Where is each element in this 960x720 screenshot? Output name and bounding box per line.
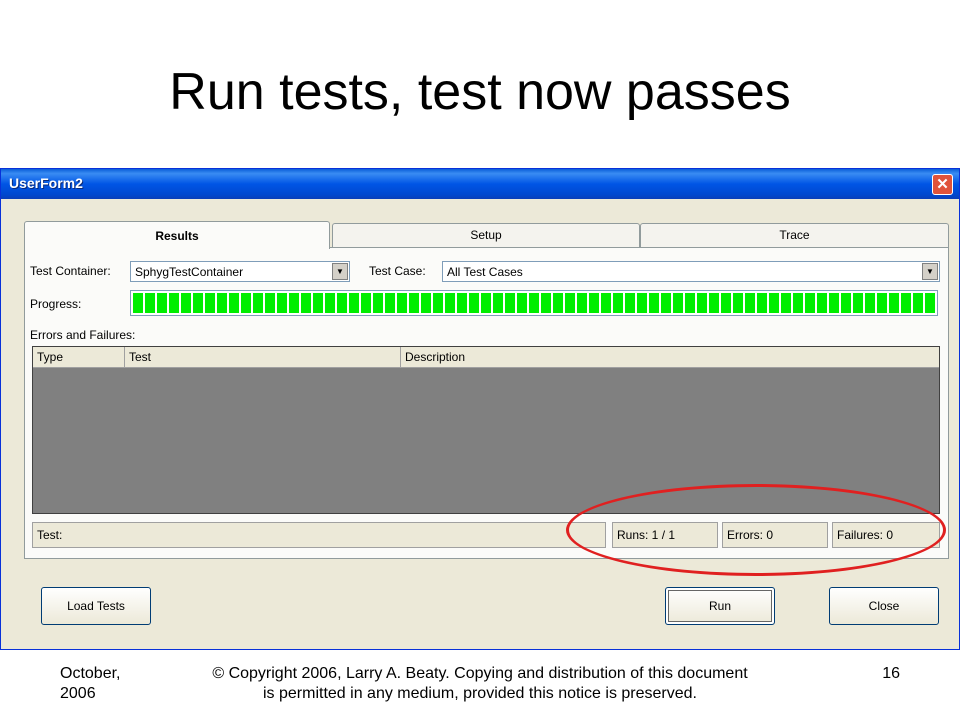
status-errors: Errors: 0 [722, 522, 828, 548]
tab-setup[interactable]: Setup [332, 223, 640, 247]
test-case-value: All Test Cases [447, 265, 523, 279]
footer-copyright: © Copyright 2006, Larry A. Beaty. Copyin… [150, 664, 810, 704]
status-failures: Failures: 0 [832, 522, 940, 548]
window-titlebar[interactable]: UserForm2 ✕ [1, 169, 959, 199]
tab-results[interactable]: Results [24, 221, 330, 249]
chevron-down-icon[interactable]: ▼ [922, 263, 938, 280]
chevron-down-icon[interactable]: ▼ [332, 263, 348, 280]
list-header: Type Test Description [33, 347, 939, 368]
footer-copyright-line1: © Copyright 2006, Larry A. Beaty. Copyin… [212, 665, 748, 682]
test-container-value: SphygTestContainer [135, 265, 244, 279]
column-test[interactable]: Test [125, 347, 401, 367]
window-title: UserForm2 [9, 175, 83, 191]
footer-date: October, 2006 [60, 665, 121, 702]
status-runs: Runs: 1 / 1 [612, 522, 718, 548]
test-case-select[interactable]: All Test Cases ▼ [442, 261, 940, 282]
test-container-select[interactable]: SphygTestContainer ▼ [130, 261, 350, 282]
errors-failures-list[interactable]: Type Test Description [32, 346, 940, 514]
footer-copyright-line2: is permitted in any medium, provided thi… [263, 685, 697, 702]
progress-bar [130, 290, 938, 316]
close-icon: ✕ [936, 176, 949, 193]
results-panel: Test Container: SphygTestContainer ▼ Tes… [24, 247, 949, 559]
run-button[interactable]: Run [665, 587, 775, 625]
slide-title: Run tests, test now passes [169, 63, 791, 121]
test-container-label: Test Container: [30, 264, 111, 278]
load-tests-button[interactable]: Load Tests [41, 587, 151, 625]
tab-trace[interactable]: Trace [640, 223, 949, 247]
column-type[interactable]: Type [33, 347, 125, 367]
close-button[interactable]: Close [829, 587, 939, 625]
status-bar: Test: Runs: 1 / 1 Errors: 0 Failures: 0 [32, 522, 940, 548]
window-close-button[interactable]: ✕ [932, 174, 953, 195]
userform-window: UserForm2 ✕ Results Setup Trace Test Con… [0, 168, 960, 650]
progress-fill [133, 293, 935, 313]
column-description[interactable]: Description [401, 347, 939, 367]
status-test: Test: [32, 522, 606, 548]
page-number: 16 [882, 665, 900, 682]
progress-label: Progress: [30, 297, 82, 311]
errors-failures-label: Errors and Failures: [30, 328, 136, 342]
test-case-label: Test Case: [369, 264, 426, 278]
